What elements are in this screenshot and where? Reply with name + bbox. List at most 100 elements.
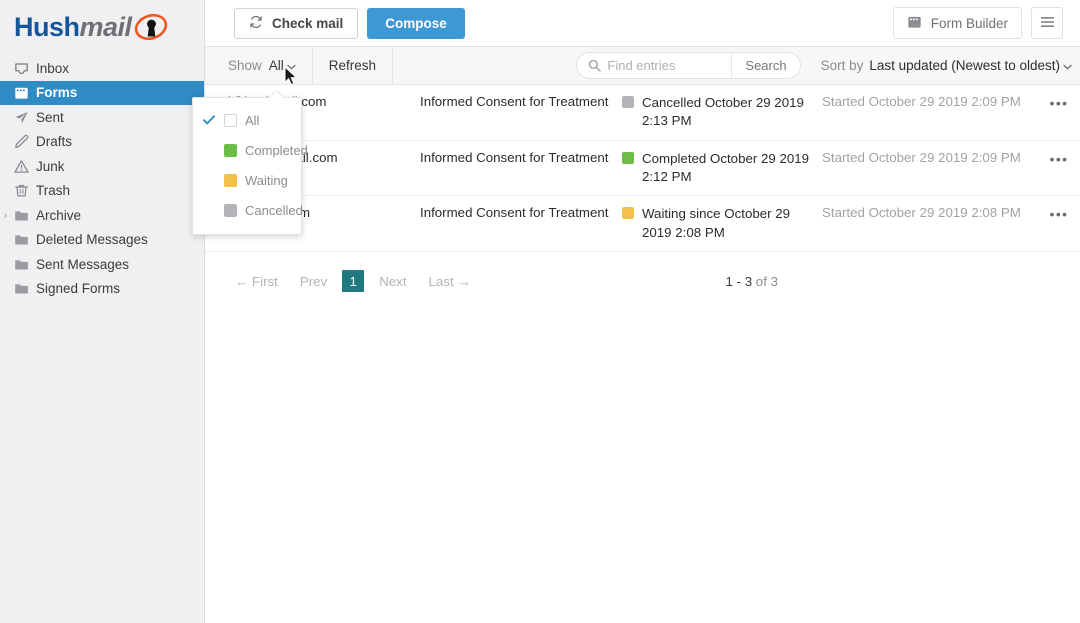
- sidebar-item-signed-forms[interactable]: Signed Forms: [0, 277, 204, 302]
- pagination-page-1[interactable]: 1: [342, 270, 365, 293]
- status-swatch-all: [224, 113, 237, 127]
- pagination: ← First Prev 1 Next Last → 1 - 3 of 3: [205, 252, 1080, 310]
- status-swatch-completed: [224, 143, 237, 157]
- compose-button[interactable]: Compose: [367, 7, 465, 39]
- sidebar-label: Signed Forms: [36, 281, 121, 296]
- sort-by-value-text: Last updated (Newest to oldest): [869, 58, 1060, 73]
- refresh-icon: [249, 15, 263, 32]
- table-row[interactable]: j@hushmail.com Informed Consent for Trea…: [205, 85, 1080, 141]
- app-logo[interactable]: Hush mail: [0, 0, 204, 54]
- entry-status-text: Completed October 29 2019 2:12 PM: [642, 150, 810, 185]
- dropdown-item-label: Waiting: [245, 172, 288, 188]
- show-label: Show: [228, 58, 262, 73]
- search-icon: [577, 59, 607, 72]
- sort-by-control[interactable]: Sort by Last updated (Newest to oldest): [821, 58, 1072, 73]
- hamburger-menu-button[interactable]: [1031, 7, 1063, 39]
- sidebar-label: Drafts: [36, 134, 73, 149]
- pagination-last[interactable]: Last →: [418, 274, 482, 289]
- dropdown-item-waiting[interactable]: Waiting: [193, 165, 301, 195]
- sidebar-item-forms[interactable]: Forms: [0, 80, 204, 105]
- show-filter[interactable]: Show All: [228, 47, 312, 85]
- pagination-first[interactable]: ← First: [205, 274, 289, 289]
- folder-icon: [14, 258, 36, 271]
- show-filter-value[interactable]: All: [269, 58, 296, 73]
- row-actions-menu[interactable]: •••: [1038, 150, 1080, 166]
- search-button[interactable]: Search: [731, 53, 799, 78]
- sidebar-item-archive[interactable]: › Archive: [0, 203, 204, 228]
- status-swatch-cancelled: [622, 96, 634, 108]
- dropdown-item-label: All: [245, 112, 260, 128]
- search-box: Search: [576, 52, 801, 79]
- sort-by-value[interactable]: Last updated (Newest to oldest): [869, 58, 1072, 73]
- forms-icon: [14, 86, 36, 100]
- status-swatch-waiting: [224, 173, 237, 187]
- toolbar-divider: [392, 46, 394, 85]
- sidebar-item-deleted-messages[interactable]: Deleted Messages: [0, 228, 204, 253]
- main-content: Check mail Compose Form Builder Show All…: [205, 0, 1080, 623]
- warning-icon: [14, 159, 36, 174]
- row-actions-menu[interactable]: •••: [1038, 94, 1080, 110]
- chevron-down-icon: [287, 58, 296, 73]
- sort-by-label: Sort by: [820, 58, 864, 73]
- pagination-prev[interactable]: Prev: [289, 274, 338, 289]
- pagination-range-start: 1: [725, 273, 733, 289]
- entry-started: Started October 29 2019 2:09 PM: [822, 149, 1021, 165]
- chevron-right-icon[interactable]: ›: [4, 210, 7, 220]
- entry-status-text: Waiting since October 29 2019 2:08 PM: [642, 206, 791, 240]
- dropdown-item-completed[interactable]: Completed: [193, 135, 308, 165]
- sidebar-label: Sent: [36, 109, 64, 125]
- trash-icon: [14, 183, 36, 198]
- pagination-range-sep: -: [736, 273, 741, 289]
- dropdown-notch-icon: [271, 91, 283, 98]
- folder-icon: [14, 209, 36, 222]
- table-row[interactable]: es@hushmail.com Informed Consent for Tre…: [205, 141, 1080, 197]
- dropdown-item-all[interactable]: All: [193, 105, 301, 135]
- entry-form-name: Informed Consent for Treatment: [420, 149, 609, 165]
- form-builder-label: Form Builder: [930, 15, 1008, 31]
- sidebar-item-sent-messages[interactable]: Sent Messages: [0, 252, 204, 277]
- entry-form-name: Informed Consent for Treatment: [420, 205, 609, 221]
- chevron-down-icon: [1063, 58, 1072, 73]
- sidebar-item-junk[interactable]: Junk: [0, 154, 204, 179]
- logo-text-mail: mail: [79, 11, 133, 42]
- sidebar: Hush mail Inbox Forms Sent Drafts Junk T…: [0, 0, 205, 623]
- sidebar-item-drafts[interactable]: Drafts: [0, 130, 204, 155]
- form-builder-button[interactable]: Form Builder: [892, 7, 1022, 39]
- entries-table: j@hushmail.com Informed Consent for Trea…: [205, 85, 1080, 253]
- dropdown-item-label: Cancelled: [245, 202, 303, 218]
- search-input[interactable]: [607, 58, 732, 73]
- refresh-button[interactable]: Refresh: [313, 47, 392, 85]
- hamburger-icon: [1040, 16, 1055, 31]
- pagination-of-label: of: [755, 273, 767, 289]
- entry-started: Started October 29 2019 2:08 PM: [822, 205, 1021, 221]
- keyhole-logo-icon: [134, 12, 168, 42]
- status-swatch-waiting: [622, 207, 634, 220]
- folder-icon: [14, 282, 36, 295]
- logo-text-hush: Hush: [14, 11, 80, 42]
- check-mail-label: Check mail: [272, 15, 344, 31]
- filter-toolbar: Show All Refresh Search S: [205, 46, 1080, 85]
- entry-status: Completed October 29 2019 2:12 PM: [622, 150, 822, 187]
- entry-status: Cancelled October 29 2019 2:13 PM: [622, 94, 822, 131]
- sidebar-label: Trash: [36, 183, 71, 198]
- sidebar-item-trash[interactable]: Trash: [0, 179, 204, 204]
- pencil-icon: [14, 134, 36, 149]
- sidebar-label: Junk: [36, 158, 65, 174]
- entry-status: Waiting since October 29 2019 2:08 PM: [622, 205, 822, 242]
- dropdown-item-cancelled[interactable]: Cancelled: [193, 195, 303, 225]
- row-actions-menu[interactable]: •••: [1038, 205, 1080, 221]
- table-row[interactable]: hushmail.com Informed Consent for Treatm…: [205, 196, 1080, 253]
- forms-icon: [907, 15, 922, 32]
- sidebar-label: Archive: [36, 207, 82, 223]
- status-swatch-completed: [622, 151, 634, 164]
- pagination-range-end: 3: [744, 273, 753, 289]
- top-toolbar: Check mail Compose Form Builder: [205, 0, 1080, 47]
- sidebar-item-sent[interactable]: Sent: [0, 105, 204, 130]
- sidebar-label: Sent Messages: [36, 256, 130, 272]
- entry-started: Started October 29 2019 2:09 PM: [822, 94, 1021, 109]
- sidebar-item-inbox[interactable]: Inbox: [0, 56, 204, 81]
- show-filter-dropdown: All Completed Waiting Cancelled: [192, 97, 308, 235]
- pagination-next[interactable]: Next: [368, 274, 417, 289]
- folder-icon: [14, 233, 36, 246]
- check-mail-button[interactable]: Check mail: [234, 7, 359, 39]
